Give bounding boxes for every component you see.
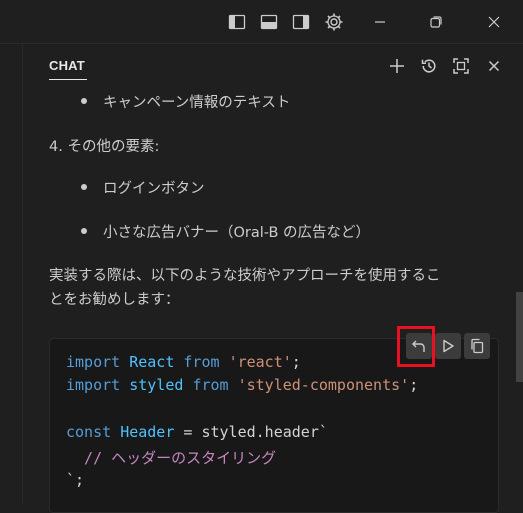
code-line: import styled from 'styled-components'; [66,376,418,394]
code-keyword: from [183,353,220,371]
code-string: 'styled-components' [237,376,410,394]
code-identifier: React [129,353,175,371]
code-text: = styled.header` [174,423,328,441]
list-item: 小さな広告バナー（Oral-B の広告など） [103,225,371,241]
toggle-panel-icon[interactable] [257,10,281,34]
chat-title[interactable]: CHAT [49,58,85,73]
code-line: `; [66,471,84,489]
list-item: キャンペーン情報のテキスト [103,95,291,111]
history-icon[interactable] [418,55,440,77]
code-keyword: import [66,376,121,394]
new-chat-icon[interactable] [386,55,408,77]
chat-panel: CHAT キャンペーン情報のテキスト 4. その他の要素: ログインボタン 小さ… [22,45,523,513]
code-keyword: import [66,353,121,371]
code-comment: // ヘッダーのスタイリング [66,449,277,467]
maximize-icon[interactable] [450,55,472,77]
code-keyword: const [66,423,112,441]
toggle-secondary-sidebar-icon[interactable] [289,10,313,34]
code-identifier: Header [120,423,175,441]
code-punct: ; [291,353,301,371]
active-tab-indicator [49,79,87,80]
copy-icon[interactable] [464,333,490,359]
code-keyword: from [192,376,229,394]
code-punct: ; [409,376,419,394]
close-window-icon[interactable] [482,10,506,34]
restore-icon[interactable] [424,10,448,34]
toggle-primary-sidebar-icon[interactable] [225,10,249,34]
highlight-annotation [397,326,435,367]
chat-content: キャンペーン情報のテキスト 4. その他の要素: ログインボタン 小さな広告バナ… [23,87,523,513]
paragraph-line: 実装する際は、以下のような技術やアプローチを使用するこ [49,268,441,284]
code-line: const Header = styled.header` [66,423,328,441]
code-string: 'react' [228,353,292,371]
close-chat-icon[interactable] [483,55,505,77]
code-identifier: styled [129,376,184,394]
code-text: `; [66,471,85,489]
title-bar [0,0,523,44]
section-heading: 4. その他の要素: [49,139,160,155]
chat-header: CHAT [23,45,523,87]
code-line: // ヘッダーのスタイリング [66,447,276,468]
paragraph-line: とをお勧めします： [49,292,180,308]
insert-at-cursor-icon[interactable] [435,333,461,359]
minimize-icon[interactable] [368,10,392,34]
scrollbar-thumb[interactable] [516,292,523,382]
bullet-dot [81,228,87,234]
bullet-dot [81,184,87,190]
bullet-dot [81,98,87,104]
code-line: import React from 'react'; [66,353,301,371]
customize-layout-icon[interactable] [322,10,346,34]
list-item: ログインボタン [103,181,205,197]
